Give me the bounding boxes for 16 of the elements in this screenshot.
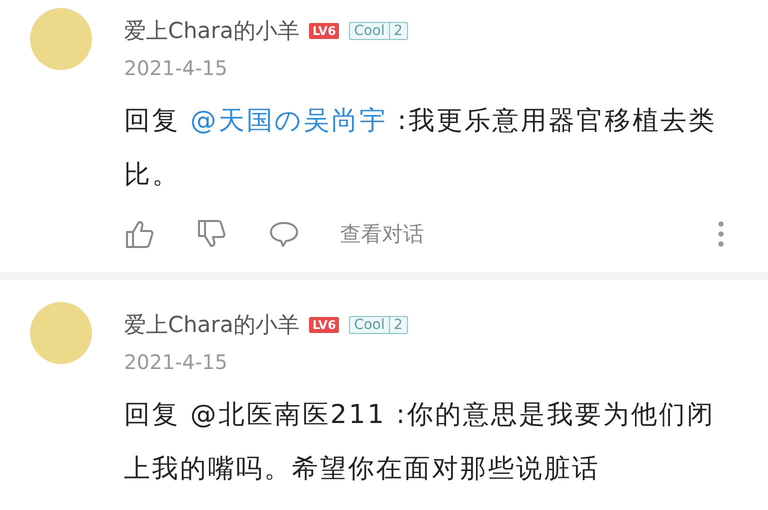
view-thread-link[interactable]: 查看对话: [340, 220, 424, 248]
author-name[interactable]: 爱上Chara的小羊: [124, 310, 300, 340]
thumbs-up-icon[interactable]: [124, 218, 156, 250]
fan-badge: Cool 2: [348, 22, 408, 40]
more-icon[interactable]: [718, 221, 724, 247]
comment-date: 2021-4-15: [124, 56, 229, 80]
fan-badge: Cool 2: [348, 316, 408, 334]
comment-date: 2021-4-15: [124, 350, 229, 374]
thumbs-down-icon[interactable]: [196, 218, 228, 250]
comment-text: 回复 @天国の吴尚宇 :我更乐意用器官移植去类比。: [124, 105, 718, 192]
author-name[interactable]: 爱上Chara的小羊: [124, 16, 300, 46]
level-badge: LV6: [309, 317, 339, 333]
level-badge: LV6: [309, 23, 339, 39]
comment-text: 回复 @北医南医211 :你的意思是我要为他们闭上我的嘴吗。希望你在面对那些说脏话: [124, 399, 716, 486]
mention-link[interactable]: @天国の吴尚宇: [190, 106, 388, 136]
mention-link[interactable]: @北医南医211: [190, 400, 386, 430]
